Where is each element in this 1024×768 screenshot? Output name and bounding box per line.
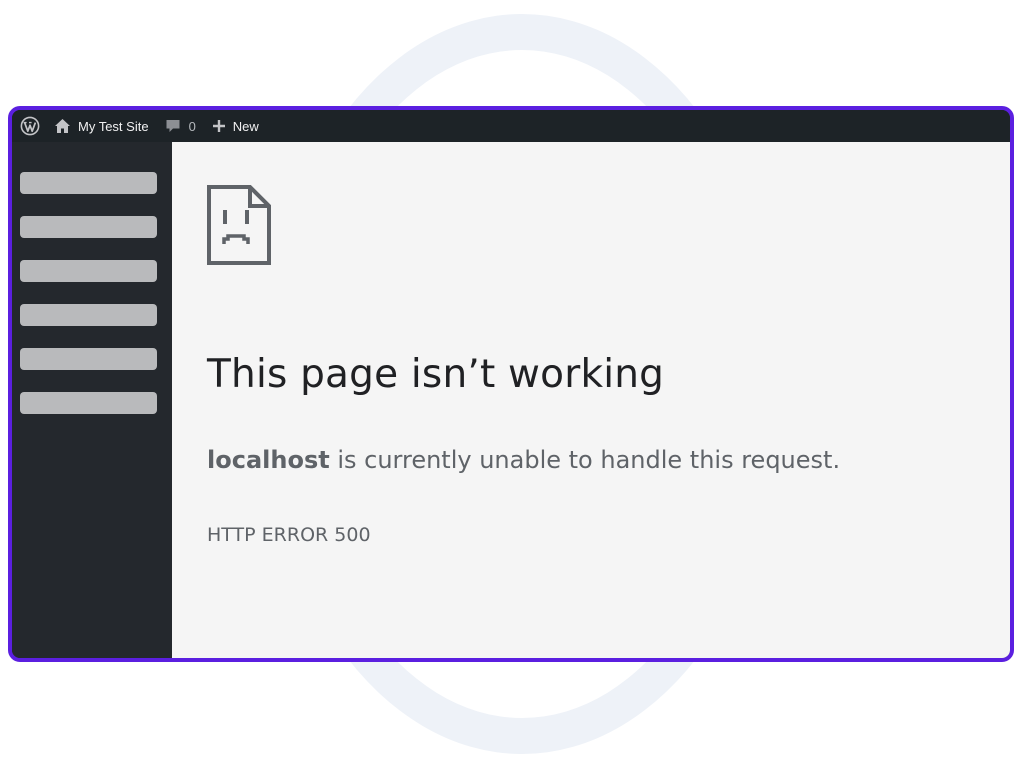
- new-content-menu[interactable]: New: [212, 110, 259, 142]
- comments-link[interactable]: 0: [165, 110, 212, 142]
- error-title: This page isn’t working: [207, 352, 665, 397]
- sidebar-menu-placeholder[interactable]: [20, 392, 157, 414]
- wordpress-logo-icon: [20, 116, 40, 136]
- comment-bubble-icon: [166, 120, 180, 132]
- sidebar-menu-placeholder[interactable]: [20, 216, 157, 238]
- sad-document-icon: [207, 185, 271, 265]
- error-message-text: is currently unable to handle this reque…: [329, 446, 841, 474]
- home-icon: [55, 119, 70, 133]
- site-name-label: My Test Site: [78, 118, 149, 134]
- error-message: localhost is currently unable to handle …: [207, 446, 840, 474]
- site-name-link[interactable]: My Test Site: [54, 110, 165, 142]
- sidebar-menu-placeholder[interactable]: [20, 348, 157, 370]
- error-page-content: This page isn’t working localhost is cur…: [172, 142, 1010, 658]
- admin-sidebar: [12, 142, 172, 658]
- sidebar-menu-placeholder[interactable]: [20, 260, 157, 282]
- comments-count: 0: [188, 118, 196, 134]
- sidebar-menu-placeholder[interactable]: [20, 304, 157, 326]
- browser-window: My Test Site 0 New This page isn’t worki…: [8, 106, 1014, 662]
- wp-admin-bar: My Test Site 0 New: [12, 110, 1010, 142]
- error-code: HTTP ERROR 500: [207, 524, 371, 546]
- plus-icon: [212, 120, 225, 132]
- new-label: New: [232, 118, 259, 134]
- wp-logo-menu[interactable]: [12, 110, 54, 142]
- error-host: localhost: [207, 446, 330, 474]
- sidebar-menu-placeholder[interactable]: [20, 172, 157, 194]
